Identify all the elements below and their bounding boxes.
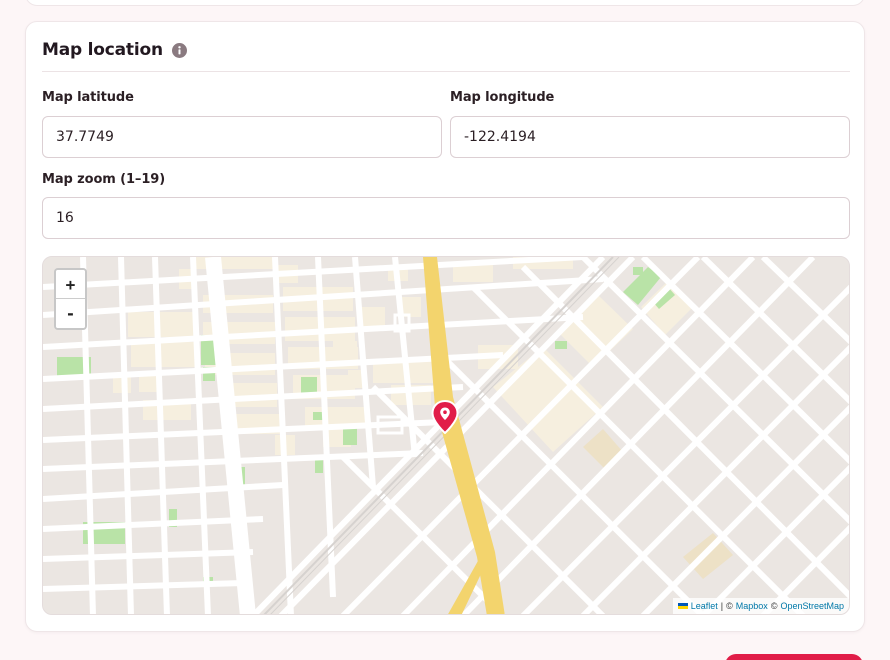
header-divider (42, 71, 850, 72)
copyright-mapbox: © (726, 601, 733, 611)
card-title: Map location (42, 40, 163, 60)
ukraine-flag-icon (677, 603, 688, 609)
leaflet-link[interactable]: Leaflet (691, 601, 718, 611)
zoom-input[interactable] (42, 197, 850, 239)
map-pin-icon[interactable] (431, 400, 459, 434)
card-header: Map location (42, 39, 187, 61)
map-location-card: Map location Map latitude Map longitude … (25, 21, 865, 632)
zoom-label: Map zoom (1–19) (42, 172, 166, 187)
submit-button[interactable] (725, 654, 863, 660)
map-attribution: Leaflet | © Mapbox © OpenStreetMap (672, 598, 849, 614)
previous-card (25, 0, 865, 6)
longitude-input[interactable] (450, 116, 850, 158)
attribution-separator: | (720, 601, 724, 611)
zoom-in-button[interactable]: + (56, 270, 85, 299)
zoom-out-button[interactable]: - (56, 299, 85, 328)
copyright-osm: © (770, 601, 778, 611)
info-icon[interactable] (171, 42, 187, 58)
info-glyph (178, 45, 181, 54)
openstreetmap-link[interactable]: OpenStreetMap (780, 601, 844, 611)
latitude-input[interactable] (42, 116, 442, 158)
map-pin-glyph (431, 400, 459, 434)
zoom-control: + - (54, 268, 87, 330)
longitude-label: Map longitude (450, 90, 555, 105)
mapbox-link[interactable]: Mapbox (736, 601, 768, 611)
map-tiles[interactable] (43, 257, 850, 615)
map-view[interactable]: + - Leaflet | © Mapbox © OpenStreetMap (42, 256, 850, 615)
latitude-label: Map latitude (42, 90, 134, 105)
